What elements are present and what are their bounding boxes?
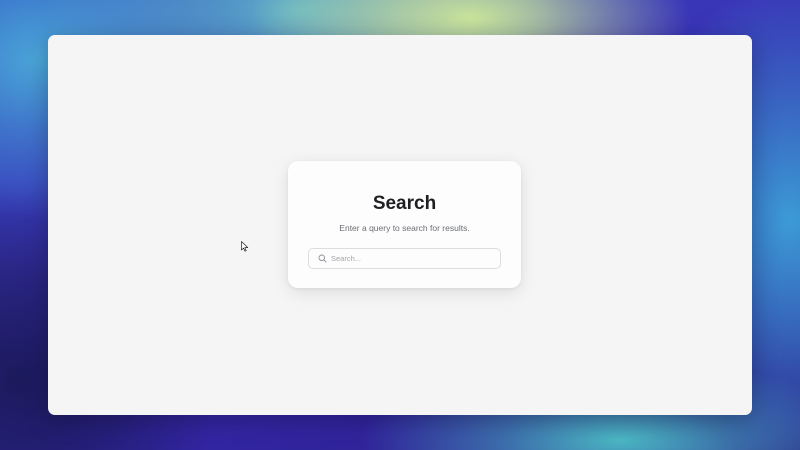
page-title: Search [372,193,437,214]
app-window: Search Enter a query to search for resul… [48,35,752,415]
search-card: Search Enter a query to search for resul… [288,161,521,288]
search-icon [317,254,327,264]
search-input[interactable] [331,254,491,263]
mouse-pointer-icon [241,239,249,252]
desktop-background: Search Enter a query to search for resul… [0,0,800,450]
search-field[interactable] [308,248,501,269]
page-subtitle: Enter a query to search for results. [339,223,470,233]
